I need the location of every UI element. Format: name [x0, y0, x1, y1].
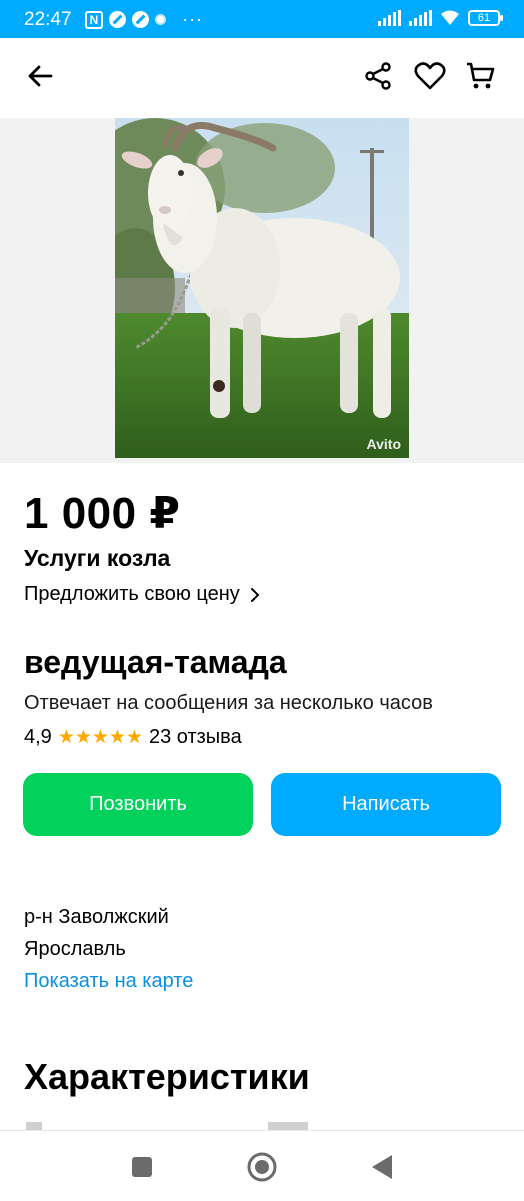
status-bar: 22:47 N ··· 61 [0, 0, 524, 38]
favorite-button[interactable] [410, 56, 450, 96]
home-button[interactable] [244, 1149, 280, 1185]
back-nav-button[interactable] [364, 1149, 400, 1185]
battery-level: 61 [477, 12, 491, 24]
seller-reply-time: Отвечает на сообщения за несколько часов [24, 692, 433, 714]
recents-button[interactable] [124, 1149, 160, 1185]
dnd-icon [109, 11, 126, 28]
arrow-left-icon [28, 65, 53, 87]
location-district: р-н Заволжский [24, 906, 169, 928]
share-icon [365, 62, 391, 90]
reviews-count: 23 отзыва [148, 726, 242, 748]
cart-button[interactable] [460, 56, 500, 96]
nfc-icon: N [85, 10, 103, 29]
more-notifications-icon: ··· [182, 9, 203, 29]
avito-watermark: Avito [366, 436, 401, 452]
offer-price-label: Предложить свою цену [24, 583, 240, 605]
show-on-map-link[interactable]: Показать на карте [24, 970, 193, 993]
seller-name[interactable]: ведущая-тамада [24, 644, 287, 681]
system-nav-bar [0, 1130, 524, 1201]
triangle-back-icon [372, 1155, 392, 1179]
status-time: 22:47 [24, 9, 72, 30]
listing-photo[interactable]: Avito [115, 118, 409, 458]
record-dot-icon [155, 14, 166, 25]
listing-price: 1 000 ₽ [24, 489, 181, 538]
back-button[interactable] [20, 56, 60, 96]
square-recents-icon [132, 1157, 152, 1177]
notification-icons: N ··· [85, 9, 203, 30]
system-icons: 61 [378, 10, 503, 26]
circle-home-icon [247, 1152, 277, 1182]
blocked-icon [132, 11, 149, 28]
wifi-icon [441, 10, 459, 25]
cart-icon [467, 62, 495, 89]
listing-title: Услуги козла [24, 545, 171, 571]
call-button[interactable]: Позвонить [23, 773, 253, 836]
goat-photo-illustration [115, 118, 409, 458]
write-button[interactable]: Написать [271, 773, 501, 836]
rating-value: 4,9 [24, 726, 52, 748]
battery-icon: 61 [468, 10, 503, 26]
chevron-right-icon [250, 587, 260, 602]
cell-signal-2-icon [409, 10, 432, 26]
location-city: Ярославль [24, 938, 126, 960]
cell-signal-icon [378, 10, 401, 26]
top-toolbar [0, 38, 524, 118]
offer-price-link[interactable]: Предложить свою цену [24, 583, 260, 606]
image-gallery[interactable]: Avito [0, 118, 524, 463]
seller-rating[interactable]: 4,9 ★★★★★ 23 отзыва [24, 726, 242, 749]
heart-icon [414, 62, 446, 90]
share-button[interactable] [358, 56, 398, 96]
rating-stars-icon: ★★★★★ [57, 727, 143, 748]
characteristics-heading: Характеристики [24, 1056, 310, 1097]
